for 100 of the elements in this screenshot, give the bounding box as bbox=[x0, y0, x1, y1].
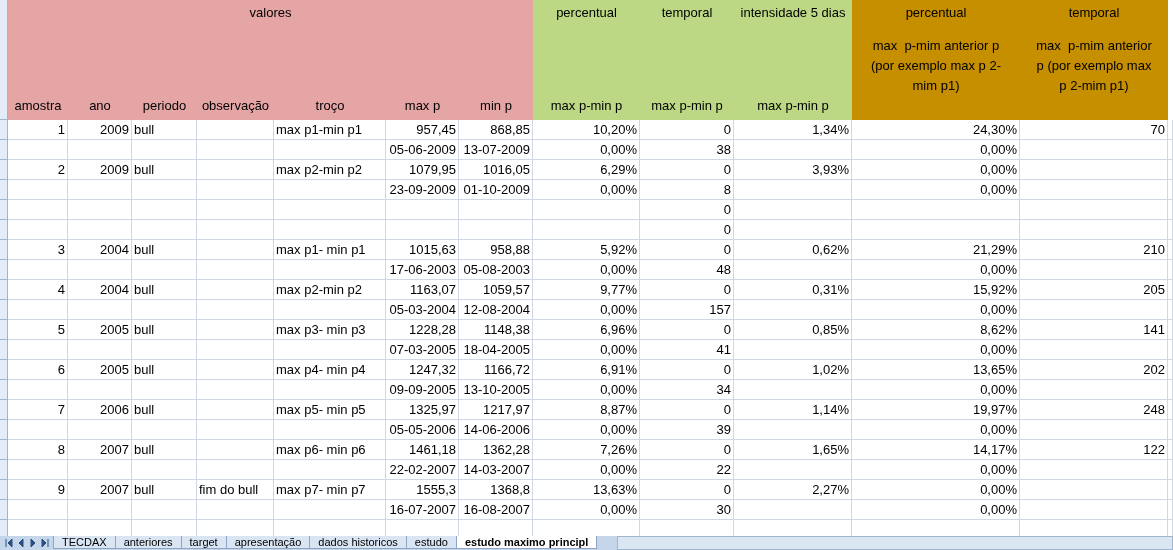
table-cell: 0,31% bbox=[734, 280, 852, 300]
table-cell: 9 bbox=[8, 480, 68, 500]
table-cell: 1368,8 bbox=[459, 480, 533, 500]
table-cell: 0,00% bbox=[852, 340, 1020, 360]
sheet-tab[interactable]: anteriores bbox=[114, 536, 182, 549]
table-cell: 16-08-2007 bbox=[459, 500, 533, 520]
table-cell: 1555,3 bbox=[386, 480, 459, 500]
table-cell: 1217,97 bbox=[459, 400, 533, 420]
table-cell: 1247,32 bbox=[386, 360, 459, 380]
table-cell: 157 bbox=[640, 300, 734, 320]
table-cell: max p1-min p1 bbox=[274, 120, 386, 140]
table-cell: 10,20% bbox=[533, 120, 640, 140]
table-cell: 39 bbox=[640, 420, 734, 440]
sheet-tab[interactable]: target bbox=[180, 536, 227, 549]
table-cell: 0 bbox=[640, 220, 734, 240]
table-cell: 16-07-2007 bbox=[386, 500, 459, 520]
scroll-arrow-icon[interactable] bbox=[40, 538, 50, 548]
table-cell: 0,00% bbox=[533, 340, 640, 360]
table-cell: bull bbox=[132, 320, 197, 340]
table-cell: 07-03-2005 bbox=[386, 340, 459, 360]
table-cell bbox=[132, 260, 197, 280]
table-cell: 22-02-2007 bbox=[386, 460, 459, 480]
table-cell: 9,77% bbox=[533, 280, 640, 300]
table-cell: 1148,38 bbox=[459, 320, 533, 340]
table-cell: bull bbox=[132, 280, 197, 300]
table-cell: 0 bbox=[640, 400, 734, 420]
table-cell: 23-09-2009 bbox=[386, 180, 459, 200]
table-cell bbox=[68, 140, 132, 160]
table-cell: 6 bbox=[8, 360, 68, 380]
table-cell: 0,00% bbox=[533, 260, 640, 280]
table-cell: 0,00% bbox=[533, 460, 640, 480]
table-cell bbox=[8, 200, 68, 220]
table-cell: bull bbox=[132, 480, 197, 500]
table-cell: 1,14% bbox=[734, 400, 852, 420]
table-cell: 8 bbox=[8, 440, 68, 460]
table-cell: 0 bbox=[640, 120, 734, 140]
table-cell: 0,00% bbox=[533, 140, 640, 160]
table-cell: 3,93% bbox=[734, 160, 852, 180]
column-header: amostra bbox=[8, 25, 68, 120]
table-cell bbox=[68, 180, 132, 200]
table-cell: 0 bbox=[640, 440, 734, 460]
table-cell: 0 bbox=[640, 200, 734, 220]
table-cell: 0,00% bbox=[533, 180, 640, 200]
horizontal-scrollbar[interactable] bbox=[617, 536, 1173, 550]
table-cell: 1016,05 bbox=[459, 160, 533, 180]
table-cell: 1,02% bbox=[734, 360, 852, 380]
table-cell bbox=[8, 300, 68, 320]
table-cell: 4 bbox=[8, 280, 68, 300]
table-cell: 17-06-2003 bbox=[386, 260, 459, 280]
table-cell: bull bbox=[132, 360, 197, 380]
table-cell: 2004 bbox=[68, 280, 132, 300]
table-cell: 0,00% bbox=[852, 300, 1020, 320]
table-cell: 0 bbox=[640, 240, 734, 260]
table-cell: 1166,72 bbox=[459, 360, 533, 380]
sheet-tab[interactable]: estudo maximo principl bbox=[455, 536, 598, 549]
table-cell: 1362,28 bbox=[459, 440, 533, 460]
table-cell: 13-07-2009 bbox=[459, 140, 533, 160]
table-cell bbox=[132, 200, 197, 220]
table-cell: 868,85 bbox=[459, 120, 533, 140]
table-cell: 0,00% bbox=[852, 140, 1020, 160]
table-cell: 1461,18 bbox=[386, 440, 459, 460]
table-cell: 70 bbox=[1020, 120, 1168, 140]
group-header: intensidade 5 dias bbox=[734, 0, 852, 25]
table-cell: 19,97% bbox=[852, 400, 1020, 420]
table-cell: 0,00% bbox=[533, 500, 640, 520]
table-cell bbox=[132, 420, 197, 440]
table-cell: 30 bbox=[640, 500, 734, 520]
table-cell: 6,29% bbox=[533, 160, 640, 180]
table-cell: 1 bbox=[8, 120, 68, 140]
table-cell: 01-10-2009 bbox=[459, 180, 533, 200]
table-cell: 2 bbox=[8, 160, 68, 180]
table-cell: 7,26% bbox=[533, 440, 640, 460]
table-cell: 05-03-2004 bbox=[386, 300, 459, 320]
column-header: max p-min p bbox=[533, 25, 640, 120]
table-cell: 14-03-2007 bbox=[459, 460, 533, 480]
table-cell: 141 bbox=[1020, 320, 1168, 340]
sheet-tab[interactable]: dados historicos bbox=[309, 536, 407, 549]
column-header: max p-mim anterior p (por exemplo max p 2-mim p1) bbox=[1020, 25, 1168, 120]
table-cell: bull bbox=[132, 440, 197, 460]
table-cell: 0 bbox=[640, 360, 734, 380]
table-cell: 05-08-2003 bbox=[459, 260, 533, 280]
table-cell bbox=[132, 140, 197, 160]
table-cell: 0,85% bbox=[734, 320, 852, 340]
table-cell: bull bbox=[132, 400, 197, 420]
scroll-arrow-icon[interactable] bbox=[4, 538, 14, 548]
table-cell: 2009 bbox=[68, 120, 132, 140]
table-cell: 958,88 bbox=[459, 240, 533, 260]
table-cell: 0,00% bbox=[533, 380, 640, 400]
table-cell: 05-06-2009 bbox=[386, 140, 459, 160]
group-header: percentual bbox=[852, 0, 1020, 25]
table-cell: 21,29% bbox=[852, 240, 1020, 260]
table-cell: 8,87% bbox=[533, 400, 640, 420]
table-cell bbox=[68, 300, 132, 320]
sheet-tab[interactable]: apresentação bbox=[225, 536, 311, 549]
table-cell: 48 bbox=[640, 260, 734, 280]
sheet-tab[interactable]: estudo bbox=[405, 536, 457, 549]
table-cell: 0,62% bbox=[734, 240, 852, 260]
table-cell: 1163,07 bbox=[386, 280, 459, 300]
sheet-tab[interactable]: TECDAX bbox=[53, 536, 116, 549]
table-cell: 957,45 bbox=[386, 120, 459, 140]
